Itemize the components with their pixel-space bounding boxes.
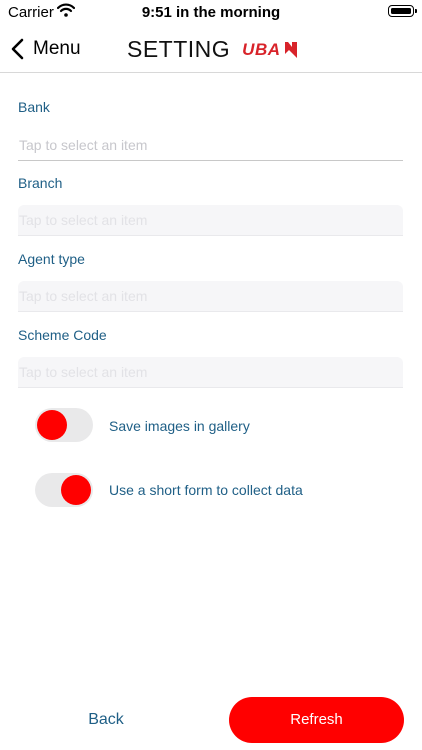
toggle-knob: [37, 410, 67, 440]
scheme-code-label: Scheme Code: [18, 327, 107, 343]
title-group: SETTING UBA: [127, 36, 299, 63]
status-time: 9:51 in the morning: [141, 4, 281, 21]
back-button[interactable]: Back: [70, 702, 142, 738]
save-images-label: Save images in gallery: [109, 418, 250, 434]
battery-icon: [388, 5, 417, 17]
refresh-button[interactable]: Refresh: [229, 697, 404, 743]
short-form-toggle[interactable]: [35, 473, 93, 507]
branch-picker[interactable]: Tap to select an item: [18, 205, 403, 236]
bank-picker[interactable]: Tap to select an item: [18, 130, 403, 161]
scheme-code-picker[interactable]: Tap to select an item: [18, 357, 403, 388]
uba-logo: UBA: [242, 40, 298, 60]
uba-logo-mark-icon: [284, 41, 297, 58]
menu-back-label: Menu: [33, 38, 81, 59]
agent-type-picker[interactable]: Tap to select an item: [18, 281, 403, 312]
menu-back-button[interactable]: Menu: [10, 34, 81, 64]
agent-type-label: Agent type: [18, 251, 85, 267]
toggle-knob: [61, 475, 91, 505]
save-images-toggle[interactable]: [35, 408, 93, 442]
branch-label: Branch: [18, 175, 63, 191]
nav-bar: Menu SETTING UBA: [0, 26, 422, 73]
logo-text: UBA: [242, 39, 281, 59]
status-bar: Carrier 9:51 in the morning: [0, 0, 422, 26]
page-title: SETTING: [127, 36, 231, 62]
short-form-label: Use a short form to collect data: [109, 482, 303, 498]
bank-label: Bank: [18, 99, 50, 115]
chevron-left-icon: [11, 38, 24, 60]
